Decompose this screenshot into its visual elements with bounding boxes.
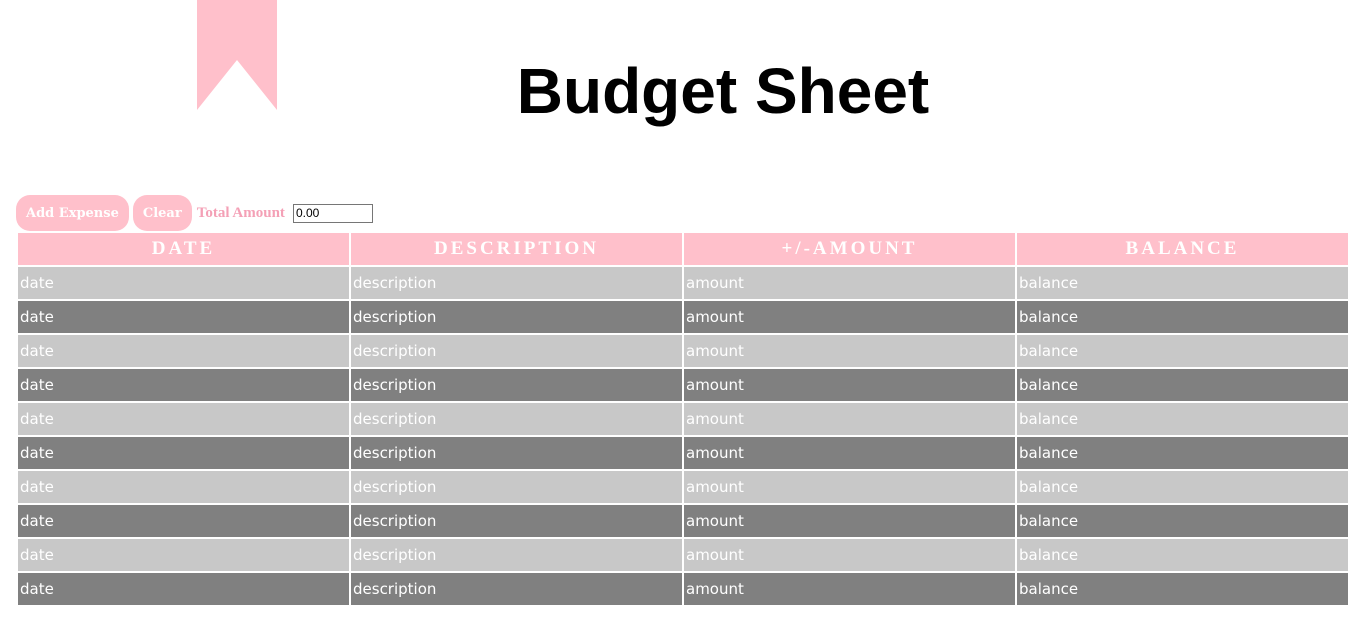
table-cell-amount[interactable]: amount [684,369,1015,401]
header-row: DATE DESCRIPTION +/-AMOUNT BALANCE [18,233,1348,265]
table-cell-balance[interactable]: balance [1017,539,1348,571]
total-amount-label: Total Amount [196,204,285,221]
table-cell-amount[interactable]: amount [684,301,1015,333]
table-body: date description amount balance date descript… [18,267,1348,605]
table-cell-date[interactable]: date [18,267,349,299]
table-cell-balance[interactable]: balance [1017,335,1348,367]
table-cell-description[interactable]: description [351,573,682,605]
table-cell-balance[interactable]: balance [1017,301,1348,333]
table-cell-amount[interactable]: amount [684,403,1015,435]
table-cell-balance[interactable]: balance [1017,267,1348,299]
budget-table: DATE DESCRIPTION +/-AMOUNT BALANCE date d… [16,231,1350,607]
table-cell-description[interactable]: description [351,539,682,571]
add-expense-button[interactable]: Add Expense [16,195,129,231]
table-cell-balance[interactable]: balance [1017,403,1348,435]
table-cell-description[interactable]: description [351,437,682,469]
table-cell-balance[interactable]: balance [1017,505,1348,537]
table-row: date description amount balance [18,301,1348,333]
total-amount-input[interactable] [292,203,373,223]
table-cell-amount[interactable]: amount [684,505,1015,537]
table-cell-date[interactable]: date [18,403,349,435]
table-cell-description[interactable]: description [351,301,682,333]
table-row: date description amount balance [18,267,1348,299]
page-title: Budget Sheet [516,55,930,127]
table-row: date description amount balance [18,437,1348,469]
table-cell-balance[interactable]: balance [1017,369,1348,401]
table-cell-balance[interactable]: balance [1017,471,1348,503]
column-header-balance: BALANCE [1017,233,1348,265]
budget-page: Budget Sheet Add Expense Clear Total Amo… [0,0,1366,628]
table-cell-description[interactable]: description [351,335,682,367]
table-cell-date[interactable]: date [18,437,349,469]
toolbar: Add Expense Clear Total Amount [16,195,373,231]
table-cell-date[interactable]: date [18,505,349,537]
table-row: date description amount balance [18,505,1348,537]
table-cell-description[interactable]: description [351,403,682,435]
column-header-amount: +/-AMOUNT [684,233,1015,265]
table-cell-date[interactable]: date [18,471,349,503]
table-cell-description[interactable]: description [351,369,682,401]
clear-button[interactable]: Clear [132,195,192,231]
table-cell-amount[interactable]: amount [684,267,1015,299]
table-row: date description amount balance [18,403,1348,435]
table-row: date description amount balance [18,573,1348,605]
table-cell-description[interactable]: description [351,471,682,503]
table-row: date description amount balance [18,539,1348,571]
table-cell-description[interactable]: description [351,505,682,537]
table-cell-description[interactable]: description [351,267,682,299]
table-cell-date[interactable]: date [18,539,349,571]
table-row: date description amount balance [18,335,1348,367]
table-row: date description amount balance [18,369,1348,401]
column-header-date: DATE [18,233,349,265]
table-cell-date[interactable]: date [18,369,349,401]
table-cell-balance[interactable]: balance [1017,573,1348,605]
table-cell-date[interactable]: date [18,301,349,333]
table-cell-amount[interactable]: amount [684,335,1015,367]
table-row: date description amount balance [18,471,1348,503]
table-cell-balance[interactable]: balance [1017,437,1348,469]
table-cell-date[interactable]: date [18,573,349,605]
table-cell-amount[interactable]: amount [684,437,1015,469]
table-cell-amount[interactable]: amount [684,539,1015,571]
table-cell-date[interactable]: date [18,335,349,367]
table-cell-amount[interactable]: amount [684,471,1015,503]
column-header-description: DESCRIPTION [351,233,682,265]
table-cell-amount[interactable]: amount [684,573,1015,605]
